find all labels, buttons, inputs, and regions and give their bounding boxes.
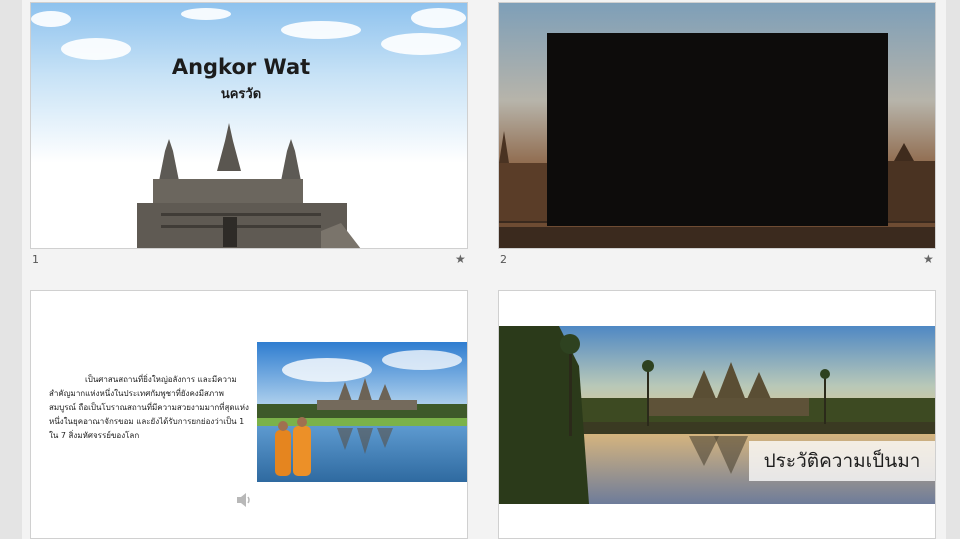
cloud bbox=[411, 8, 466, 28]
slide-number-1: 1 bbox=[32, 253, 39, 266]
cloud bbox=[381, 33, 461, 55]
slide-number-2: 2 bbox=[500, 253, 507, 266]
slide-title: Angkor Wat bbox=[171, 55, 311, 79]
speaker-icon[interactable] bbox=[235, 491, 253, 509]
slide-caption: ประวัติความเป็นมา bbox=[749, 441, 935, 481]
monks-temple-image bbox=[257, 342, 467, 482]
slide-thumbnail-2[interactable] bbox=[498, 2, 936, 249]
cloud bbox=[31, 11, 71, 27]
slide-subtitle: นครวัด bbox=[220, 87, 262, 102]
temple-image bbox=[137, 123, 361, 248]
star-icon: ★ bbox=[455, 252, 466, 266]
slide-thumbnail-4[interactable]: ประวัติความเป็นมา bbox=[498, 290, 936, 539]
star-icon: ★ bbox=[923, 252, 934, 266]
slide-thumbnail-1[interactable]: Angkor Wat นครวัด bbox=[30, 2, 468, 249]
cloud bbox=[281, 21, 361, 39]
left-panel-edge bbox=[0, 0, 22, 539]
slide-body-text: เป็นศาสนสถานที่ยิ่งใหญ่อลังการ และมีความ… bbox=[49, 375, 249, 440]
slide-thumbnail-3[interactable]: เป็นศาสนสถานที่ยิ่งใหญ่อลังการ และมีความ… bbox=[30, 290, 468, 539]
scrollbar-track[interactable] bbox=[946, 0, 960, 539]
cloud bbox=[181, 8, 231, 20]
slide-caption-text: ประวัติความเป็นมา bbox=[763, 450, 921, 472]
video-placeholder[interactable] bbox=[547, 33, 888, 226]
